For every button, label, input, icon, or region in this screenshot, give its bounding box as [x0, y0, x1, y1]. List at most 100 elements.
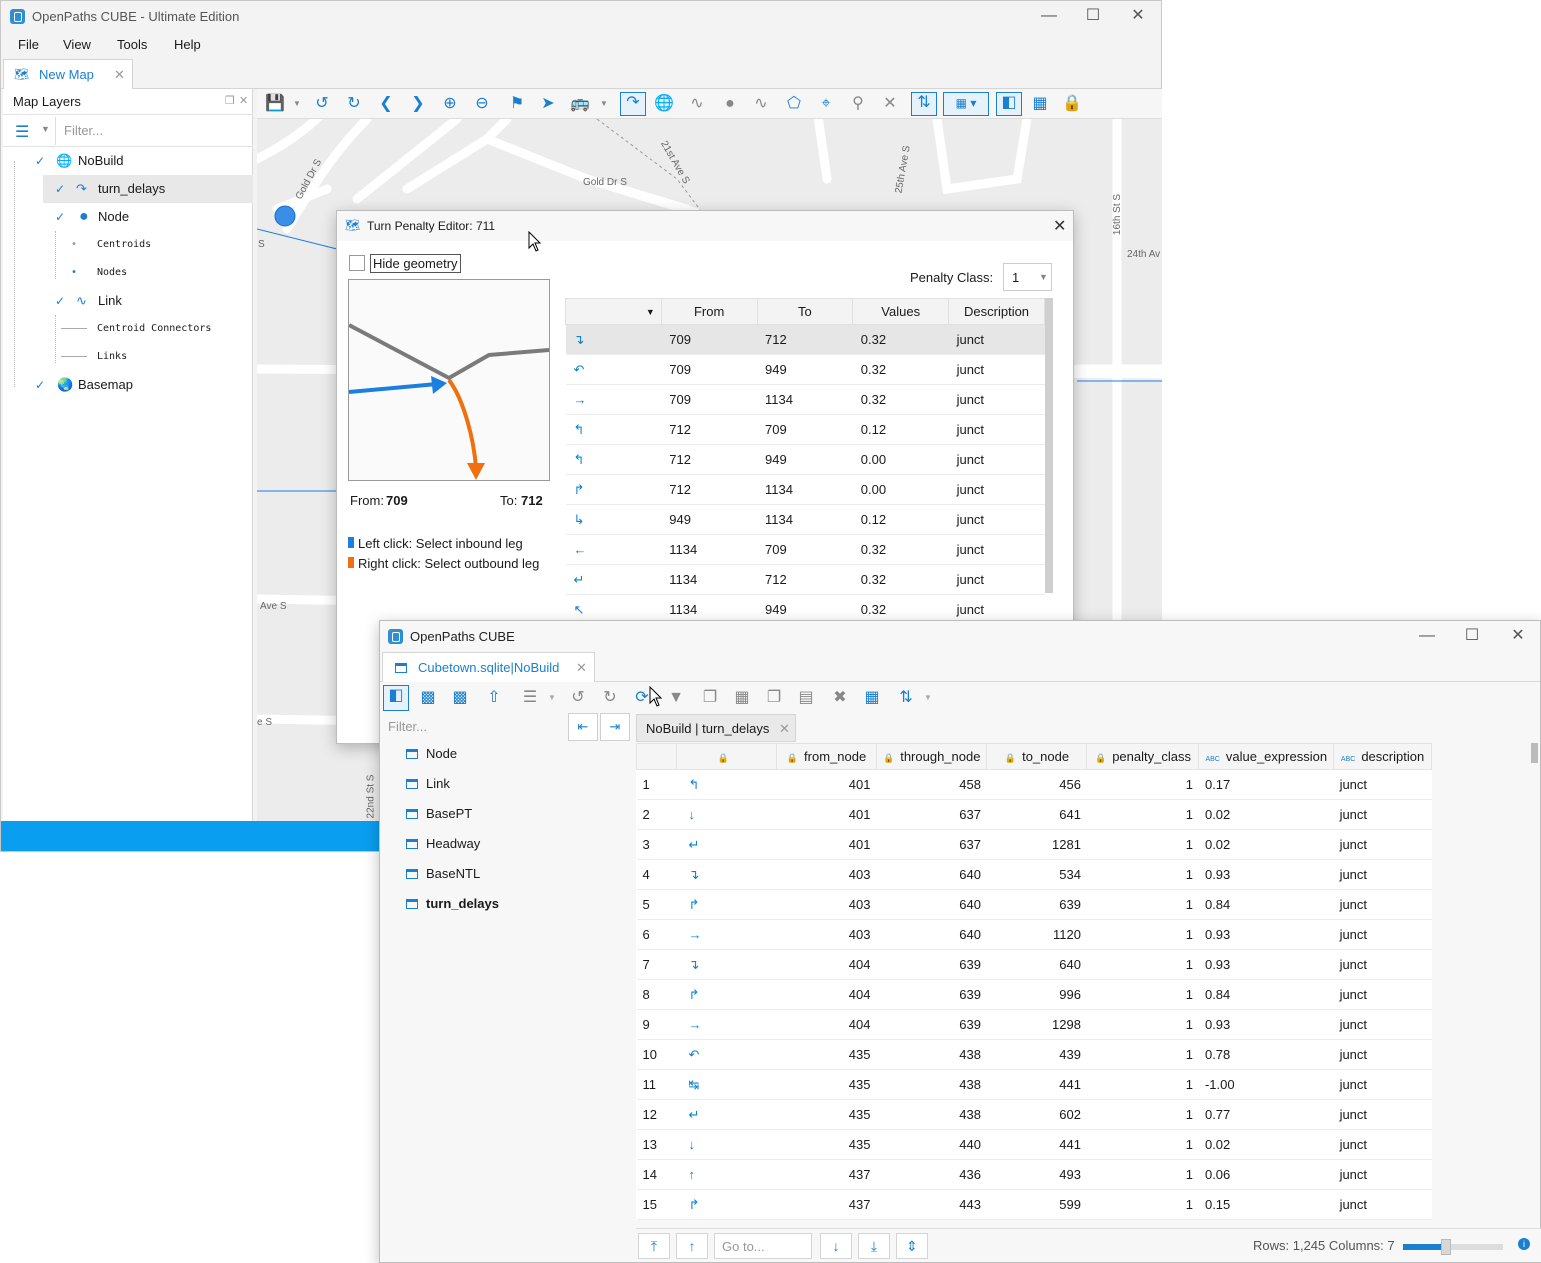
- to-node-cell[interactable]: 639: [986, 889, 1087, 920]
- value-expression-cell[interactable]: 0.93: [1198, 1009, 1334, 1040]
- value-expression-cell[interactable]: 0.02: [1198, 829, 1334, 860]
- value-cell[interactable]: 0.12: [852, 504, 949, 535]
- through-node-cell[interactable]: 443: [876, 1189, 987, 1220]
- expand-all-button[interactable]: ⇥: [600, 713, 630, 741]
- column-header-to[interactable]: To: [756, 298, 854, 325]
- panel-layout-icon[interactable]: ◧: [383, 685, 409, 711]
- previous-row-button[interactable]: ↑: [676, 1233, 708, 1259]
- through-node-cell[interactable]: 639: [876, 1009, 987, 1040]
- hide-geometry-label[interactable]: Hide geometry: [370, 254, 461, 273]
- to-node-cell[interactable]: 599: [986, 1189, 1087, 1220]
- to-node-cell[interactable]: 439: [986, 1039, 1087, 1070]
- layer-node[interactable]: ✓ ● Node: [3, 203, 253, 231]
- from-cell[interactable]: 709: [661, 354, 758, 385]
- chevron-down-icon[interactable]: ▼: [41, 124, 50, 134]
- penalty-class-cell[interactable]: 1: [1086, 1009, 1199, 1040]
- to-cell[interactable]: 709: [757, 414, 853, 445]
- import-icon[interactable]: ▩: [418, 688, 438, 708]
- sort-icon[interactable]: ⇅: [896, 688, 916, 708]
- description-cell[interactable]: junct: [1333, 1039, 1432, 1070]
- value-cell[interactable]: 0.00: [852, 474, 949, 505]
- through-node-cell[interactable]: 640: [876, 889, 987, 920]
- table-row[interactable]: ↵ 1134 712 0.32 junct: [565, 564, 1045, 595]
- to-cell[interactable]: 949: [757, 354, 853, 385]
- close-tab-icon[interactable]: ✕: [114, 67, 125, 83]
- swap-direction-icon[interactable]: ⇅: [911, 92, 937, 116]
- description-cell[interactable]: junct: [948, 564, 1045, 595]
- from-node-cell[interactable]: 401: [776, 799, 877, 830]
- minimize-button[interactable]: —: [1412, 621, 1442, 651]
- chevron-down-icon[interactable]: ▼: [542, 688, 562, 708]
- description-cell[interactable]: junct: [948, 324, 1045, 355]
- table-item-node[interactable]: Node: [406, 739, 457, 769]
- from-node-cell[interactable]: 403: [776, 919, 877, 950]
- column-header-icon[interactable]: 🔒: [676, 743, 777, 770]
- value-expression-cell[interactable]: -1.00: [1198, 1069, 1334, 1100]
- description-cell[interactable]: junct: [1333, 949, 1432, 980]
- add-layer-icon[interactable]: ☰: [15, 122, 29, 142]
- value-cell[interactable]: 0.32: [852, 324, 949, 355]
- layer-nobuild[interactable]: ✓ 🌐 NoBuild: [3, 147, 253, 175]
- value-cell[interactable]: 0.12: [852, 414, 949, 445]
- last-row-button[interactable]: ⤓: [858, 1233, 890, 1259]
- check-icon[interactable]: ✓: [55, 175, 65, 203]
- tab-turn-delays[interactable]: NoBuild | turn_delays ✕: [636, 714, 796, 742]
- check-icon[interactable]: ✓: [35, 147, 45, 175]
- tab-new-map[interactable]: 🗺 New Map ✕: [3, 59, 133, 89]
- to-node-cell[interactable]: 996: [986, 979, 1087, 1010]
- to-cell[interactable]: 1134: [757, 384, 853, 415]
- locate-icon[interactable]: ⌖: [816, 94, 836, 114]
- table-row[interactable]: 6 → 403 640 1120 1 0.93 junct: [636, 919, 1432, 950]
- table-row[interactable]: 5 ↱ 403 640 639 1 0.84 junct: [636, 889, 1432, 920]
- menu-help[interactable]: Help: [174, 37, 201, 52]
- through-node-cell[interactable]: 438: [876, 1099, 987, 1130]
- bookmark-icon[interactable]: ⚑: [507, 94, 527, 114]
- menu-view[interactable]: View: [63, 37, 91, 52]
- zoom-slider-track[interactable]: [1403, 1239, 1503, 1255]
- table-item-link[interactable]: Link: [406, 769, 450, 799]
- maximize-button[interactable]: ☐: [1078, 1, 1108, 31]
- table-row[interactable]: ↰ 712 949 0.00 junct: [565, 444, 1045, 475]
- description-cell[interactable]: junct: [948, 504, 1045, 535]
- table-row[interactable]: 8 ↱ 404 639 996 1 0.84 junct: [636, 979, 1432, 1010]
- table-row[interactable]: ↴ 709 712 0.32 junct: [565, 324, 1045, 355]
- from-node-cell[interactable]: 404: [776, 949, 877, 980]
- column-header-from-node[interactable]: 🔒 from_node: [776, 743, 877, 770]
- forward-icon[interactable]: ❯: [408, 94, 428, 114]
- upload-icon[interactable]: ⇧: [484, 688, 504, 708]
- hide-geometry-checkbox[interactable]: [349, 255, 365, 271]
- value-expression-cell[interactable]: 0.84: [1198, 979, 1334, 1010]
- add-node-icon[interactable]: ●: [720, 94, 740, 114]
- through-node-cell[interactable]: 637: [876, 829, 987, 860]
- goto-input[interactable]: Go to...: [714, 1233, 812, 1259]
- table-row[interactable]: 11 ↹ 435 438 441 1 -1.00 junct: [636, 1069, 1432, 1100]
- next-row-button[interactable]: ↓: [820, 1233, 852, 1259]
- value-expression-cell[interactable]: 0.77: [1198, 1099, 1334, 1130]
- undo-icon[interactable]: ↺: [568, 688, 588, 708]
- description-cell[interactable]: junct: [1333, 769, 1432, 800]
- penalty-class-cell[interactable]: 1: [1086, 979, 1199, 1010]
- bus-icon[interactable]: 🚌: [570, 94, 590, 114]
- to-node-cell[interactable]: 641: [986, 799, 1087, 830]
- from-node-cell[interactable]: 435: [776, 1129, 877, 1160]
- value-expression-cell[interactable]: 0.17: [1198, 769, 1334, 800]
- penalty-class-cell[interactable]: 1: [1086, 1039, 1199, 1070]
- penalty-class-cell[interactable]: 1: [1086, 1159, 1199, 1190]
- through-node-cell[interactable]: 436: [876, 1159, 987, 1190]
- zoom-in-icon[interactable]: ⊕: [440, 94, 460, 114]
- from-node-cell[interactable]: 401: [776, 829, 877, 860]
- description-cell[interactable]: junct: [1333, 919, 1432, 950]
- from-node-cell[interactable]: 437: [776, 1189, 877, 1220]
- column-header-to-node[interactable]: 🔒 to_node: [986, 743, 1088, 770]
- description-cell[interactable]: junct: [1333, 1099, 1432, 1130]
- to-cell[interactable]: 1134: [757, 474, 853, 505]
- back-icon[interactable]: ❮: [376, 94, 396, 114]
- chevron-down-icon[interactable]: ▼: [918, 688, 938, 708]
- from-node-cell[interactable]: 403: [776, 889, 877, 920]
- layer-centroid-connectors[interactable]: Centroid Connectors: [3, 315, 253, 343]
- value-expression-cell[interactable]: 0.84: [1198, 889, 1334, 920]
- from-cell[interactable]: 949: [661, 504, 758, 535]
- from-node-cell[interactable]: 437: [776, 1159, 877, 1190]
- table-row[interactable]: ↳ 949 1134 0.12 junct: [565, 504, 1045, 535]
- clear-icon[interactable]: ✕: [880, 94, 900, 114]
